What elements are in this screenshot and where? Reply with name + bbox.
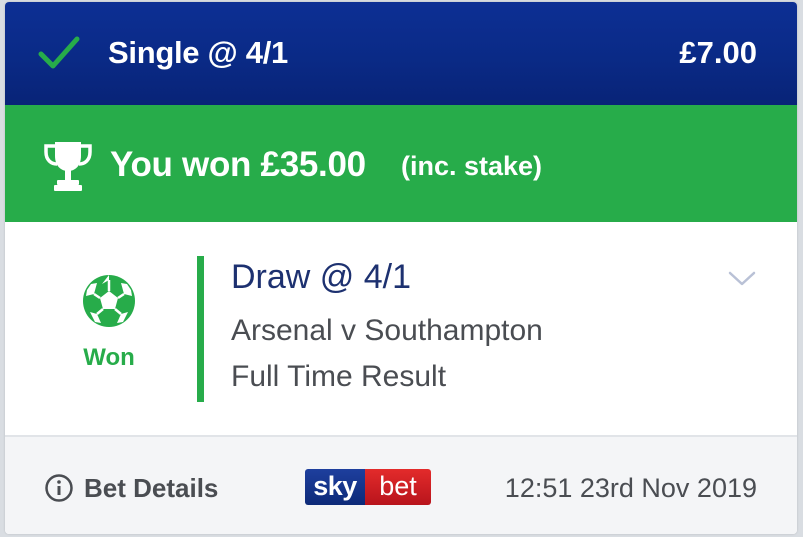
bet-details-link[interactable]: Bet Details <box>84 469 218 507</box>
selection-status: Won <box>83 344 135 371</box>
check-icon <box>38 36 80 69</box>
market-name: Full Time Result <box>231 360 447 393</box>
bet-card: Single @ 4/1 £7.00 You won £35.00 (inc. … <box>5 2 797 534</box>
bet-type-title: Single @ 4/1 <box>108 35 288 70</box>
status-bar <box>197 256 204 402</box>
bet-timestamp: 12:51 23rd Nov 2019 <box>504 473 757 503</box>
trophy-icon <box>44 142 92 191</box>
selection-title: Draw @ 4/1 <box>231 258 412 296</box>
stake-amount: £7.00 <box>679 35 757 70</box>
bet-footer: Bet Details sky bet 12:51 23rd Nov 2019 <box>5 437 797 534</box>
bet-header: Single @ 4/1 £7.00 <box>5 2 797 105</box>
win-amount: You won £35.00 <box>110 145 366 184</box>
football-icon <box>83 275 135 327</box>
event-name: Arsenal v Southampton <box>231 314 543 347</box>
logo-sky-text: sky <box>305 469 365 505</box>
skybet-logo: sky bet <box>305 469 431 505</box>
win-banner: You won £35.00 (inc. stake) <box>5 105 797 222</box>
logo-bet-text: bet <box>365 469 431 505</box>
selection-row[interactable]: Won Draw @ 4/1 Arsenal v Southampton Ful… <box>5 222 797 437</box>
chevron-down-icon[interactable] <box>727 268 757 288</box>
win-stake-note: (inc. stake) <box>401 151 543 181</box>
info-icon[interactable] <box>44 473 74 503</box>
